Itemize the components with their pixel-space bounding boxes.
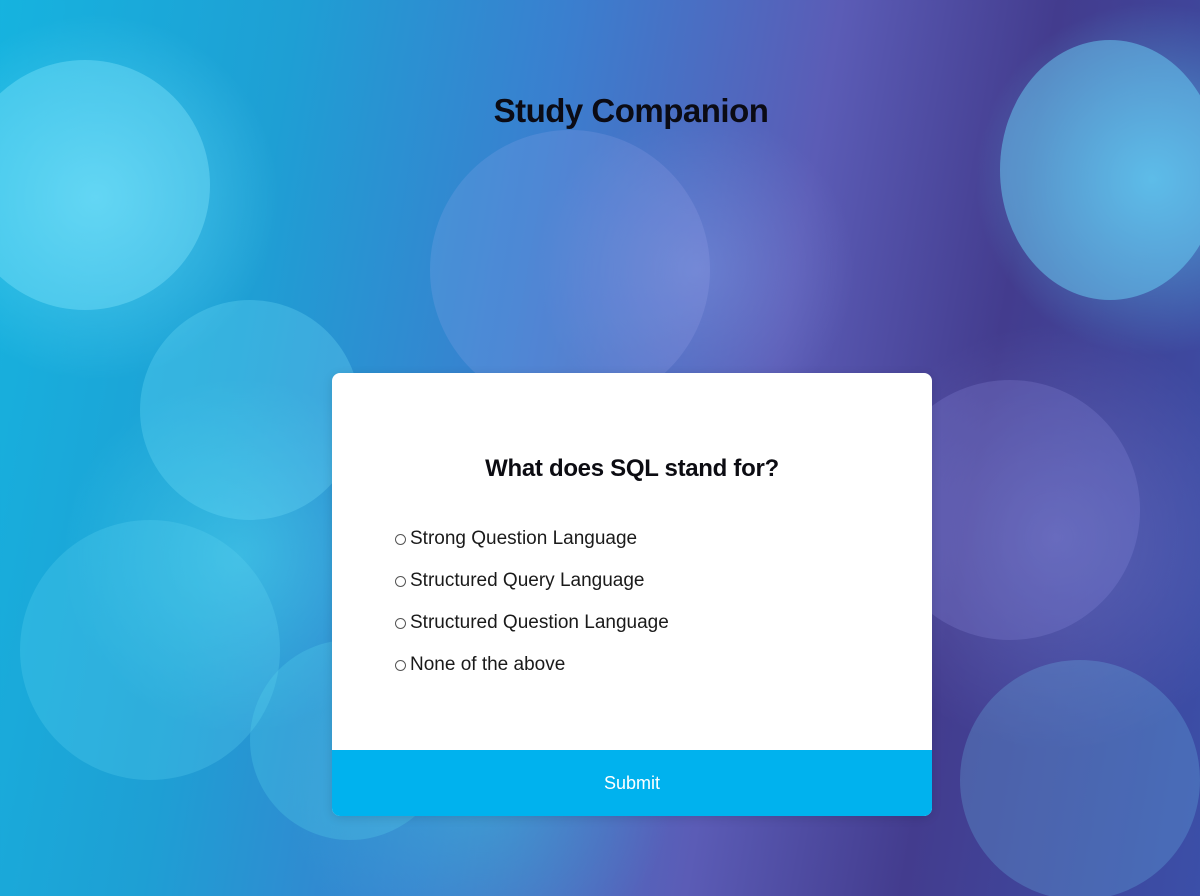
background-bokeh <box>430 130 710 410</box>
answer-option[interactable]: Strong Question Language <box>395 518 669 560</box>
answer-option-label: Structured Query Language <box>410 570 645 591</box>
answer-option-label: Structured Question Language <box>410 612 669 633</box>
page-title: Study Companion <box>493 92 769 129</box>
answer-option[interactable]: Structured Question Language <box>395 602 669 644</box>
answer-option-label: Strong Question Language <box>410 528 638 549</box>
answer-option-label: None of the above <box>410 654 566 675</box>
background-bokeh <box>140 300 360 520</box>
background-bokeh <box>960 660 1200 896</box>
radio-button[interactable] <box>395 575 406 587</box>
radio-button[interactable] <box>395 533 406 545</box>
submit-button[interactable]: Submit <box>332 750 932 816</box>
radio-button[interactable] <box>395 617 406 629</box>
background-bokeh <box>20 520 280 780</box>
quiz-card: What does SQL stand for? Strong Question… <box>332 373 932 816</box>
answer-option[interactable]: None of the above <box>395 644 669 686</box>
answer-options: Strong Question Language Structured Quer… <box>395 518 669 686</box>
radio-button[interactable] <box>395 659 406 671</box>
question-text: What does SQL stand for? <box>485 455 779 482</box>
answer-option[interactable]: Structured Query Language <box>395 560 669 602</box>
background-bokeh <box>1000 40 1200 300</box>
